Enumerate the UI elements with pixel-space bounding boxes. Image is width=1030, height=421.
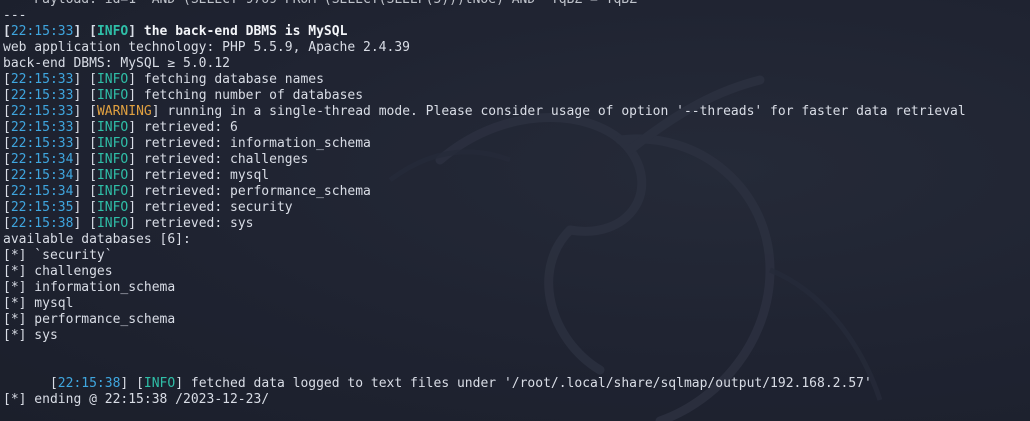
log-line: [22:15:33] [INFO] fetching database name… xyxy=(3,72,324,87)
log-message: running in a single-thread mode. Please … xyxy=(167,104,966,119)
log-line: web application technology: PHP 5.5.9, A… xyxy=(3,40,966,56)
timestamp: 22:15:33 xyxy=(10,88,74,103)
terminal-window[interactable]: Payload: id=1' AND (SELECT 9769 FROM (SE… xyxy=(0,0,1030,421)
database-list-item: [*] `security` xyxy=(3,248,113,263)
timestamp: 22:15:33 xyxy=(10,72,74,87)
final-log-line: [22:15:38] [INFO] fetched data logged to… xyxy=(49,376,872,391)
timestamp: 22:15:33 xyxy=(10,24,74,39)
log-line: [22:15:33] [WARNING] running in a single… xyxy=(3,104,966,119)
log-line: [22:15:34] [INFO] retrieved: performance… xyxy=(3,184,371,199)
log-message: fetching database names xyxy=(143,72,324,87)
log-line: [22:15:33] [INFO] the back-end DBMS is M… xyxy=(3,24,348,39)
log-message: the back-end DBMS is MySQL xyxy=(143,24,348,39)
ending-line: [*] ending @ 22:15:38 /2023-12-23/ xyxy=(3,392,270,407)
log-message: retrieved: mysql xyxy=(143,168,270,183)
log-line: [22:15:38] [INFO] retrieved: sys xyxy=(3,216,254,231)
timestamp: 22:15:34 xyxy=(10,168,74,183)
log-line: [22:15:33] [INFO] fetching number of dat… xyxy=(3,88,364,103)
log-line: [22:15:35] [INFO] retrieved: security xyxy=(3,200,293,215)
database-list-item: [*] information_schema xyxy=(3,280,176,295)
separator-line: --- xyxy=(3,8,27,23)
log-message: back-end DBMS: MySQL ≥ 5.0.12 xyxy=(3,56,230,71)
log-level: INFO xyxy=(96,120,129,135)
log-line: [22:15:34] [INFO] retrieved: challenges xyxy=(3,152,309,167)
terminal-output: Payload: id=1' AND (SELECT 9769 FROM (SE… xyxy=(3,0,966,408)
log-level: INFO xyxy=(96,152,129,167)
log-message: retrieved: 6 xyxy=(143,120,238,135)
database-list-item: [*] mysql xyxy=(3,296,74,311)
timestamp: 22:15:38 xyxy=(57,376,121,391)
log-line: [22:15:34] [INFO] retrieved: mysql xyxy=(3,168,270,183)
database-list-item: [*] challenges xyxy=(3,264,113,279)
available-databases-header: available databases [6]: xyxy=(3,232,191,247)
timestamp: 22:15:33 xyxy=(10,104,74,119)
log-level: INFO xyxy=(96,72,129,87)
log-line: [22:15:33] [INFO] retrieved: information… xyxy=(3,136,371,151)
log-level: INFO xyxy=(96,88,129,103)
log-line: back-end DBMS: MySQL ≥ 5.0.12 xyxy=(3,56,966,72)
timestamp: 22:15:35 xyxy=(10,200,74,215)
payload-line: Payload: id=1' AND (SELECT 9769 FROM (SE… xyxy=(3,0,966,8)
log-level: INFO xyxy=(96,168,129,183)
log-level: INFO xyxy=(143,376,176,391)
log-level: INFO xyxy=(96,200,129,215)
log-message: retrieved: challenges xyxy=(143,152,309,167)
log-level: INFO xyxy=(96,136,129,151)
log-level: WARNING xyxy=(96,104,152,119)
log-message: retrieved: sys xyxy=(143,216,254,231)
log-line: [22:15:33] [INFO] retrieved: 6 xyxy=(3,120,238,135)
timestamp: 22:15:34 xyxy=(10,152,74,167)
timestamp: 22:15:38 xyxy=(10,216,74,231)
log-message: fetching number of databases xyxy=(143,88,364,103)
log-message: retrieved: performance_schema xyxy=(143,184,371,199)
database-list-item: [*] performance_schema xyxy=(3,312,176,327)
database-list-item: [*] sys xyxy=(3,328,58,343)
log-level: INFO xyxy=(96,24,129,39)
log-level: INFO xyxy=(96,216,129,231)
timestamp: 22:15:34 xyxy=(10,184,74,199)
log-message: fetched data logged to text files under … xyxy=(190,376,872,391)
timestamp: 22:15:33 xyxy=(10,120,74,135)
log-message: retrieved: information_schema xyxy=(143,136,371,151)
log-message: retrieved: security xyxy=(143,200,293,215)
timestamp: 22:15:33 xyxy=(10,136,74,151)
log-message: web application technology: PHP 5.5.9, A… xyxy=(3,40,410,55)
log-level: INFO xyxy=(96,184,129,199)
